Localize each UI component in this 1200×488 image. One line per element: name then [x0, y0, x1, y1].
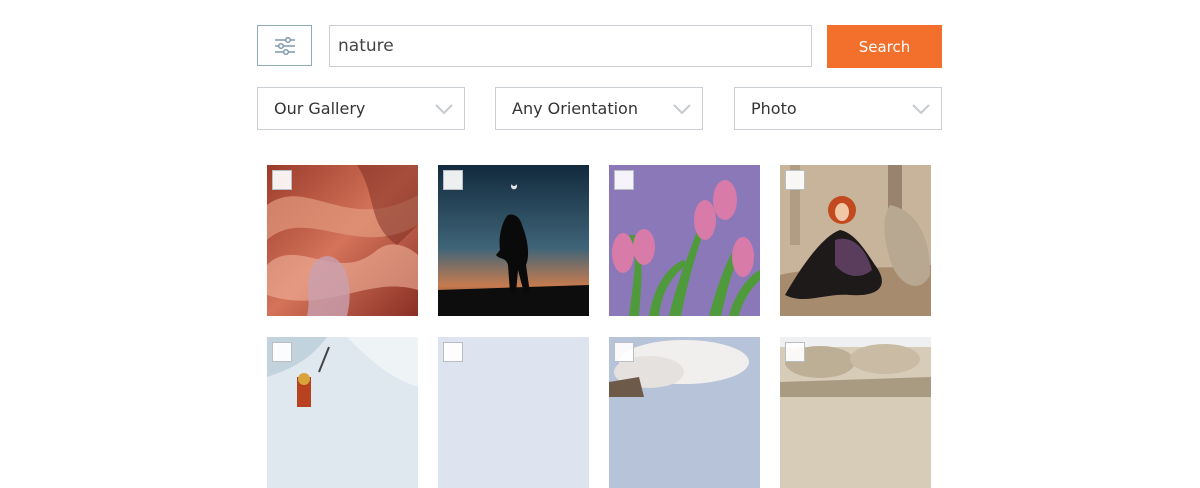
search-button[interactable]: Search [827, 25, 942, 68]
search-input[interactable] [329, 25, 812, 67]
media-type-select[interactable]: Photo [734, 87, 942, 130]
gallery-image-sky[interactable] [438, 337, 589, 488]
select-checkbox[interactable] [614, 342, 634, 362]
orientation-select[interactable]: Any Orientation [495, 87, 703, 130]
chevron-down-icon [911, 103, 931, 115]
select-checkbox[interactable] [443, 342, 463, 362]
gallery-image-tulips[interactable] [609, 165, 760, 316]
sliders-icon [274, 36, 296, 55]
search-button-label: Search [858, 37, 911, 56]
gallery-image-clouds[interactable] [609, 337, 760, 488]
gallery-image-ice-climber[interactable] [267, 337, 418, 488]
select-checkbox[interactable] [785, 170, 805, 190]
gallery-image-silhouette[interactable] [438, 165, 589, 316]
select-checkbox[interactable] [272, 170, 292, 190]
gallery-source-select[interactable]: Our Gallery [257, 87, 465, 130]
chevron-down-icon [434, 103, 454, 115]
gallery-image-rocks[interactable] [780, 337, 931, 488]
select-checkbox[interactable] [272, 342, 292, 362]
gallery-source-value: Our Gallery [274, 99, 366, 118]
chevron-down-icon [672, 103, 692, 115]
orientation-value: Any Orientation [512, 99, 638, 118]
filter-settings-button[interactable] [257, 25, 312, 66]
select-checkbox[interactable] [443, 170, 463, 190]
select-checkbox[interactable] [614, 170, 634, 190]
gallery-image-canyon[interactable] [267, 165, 418, 316]
select-checkbox[interactable] [785, 342, 805, 362]
gallery-image-woman[interactable] [780, 165, 931, 316]
media-type-value: Photo [751, 99, 797, 118]
